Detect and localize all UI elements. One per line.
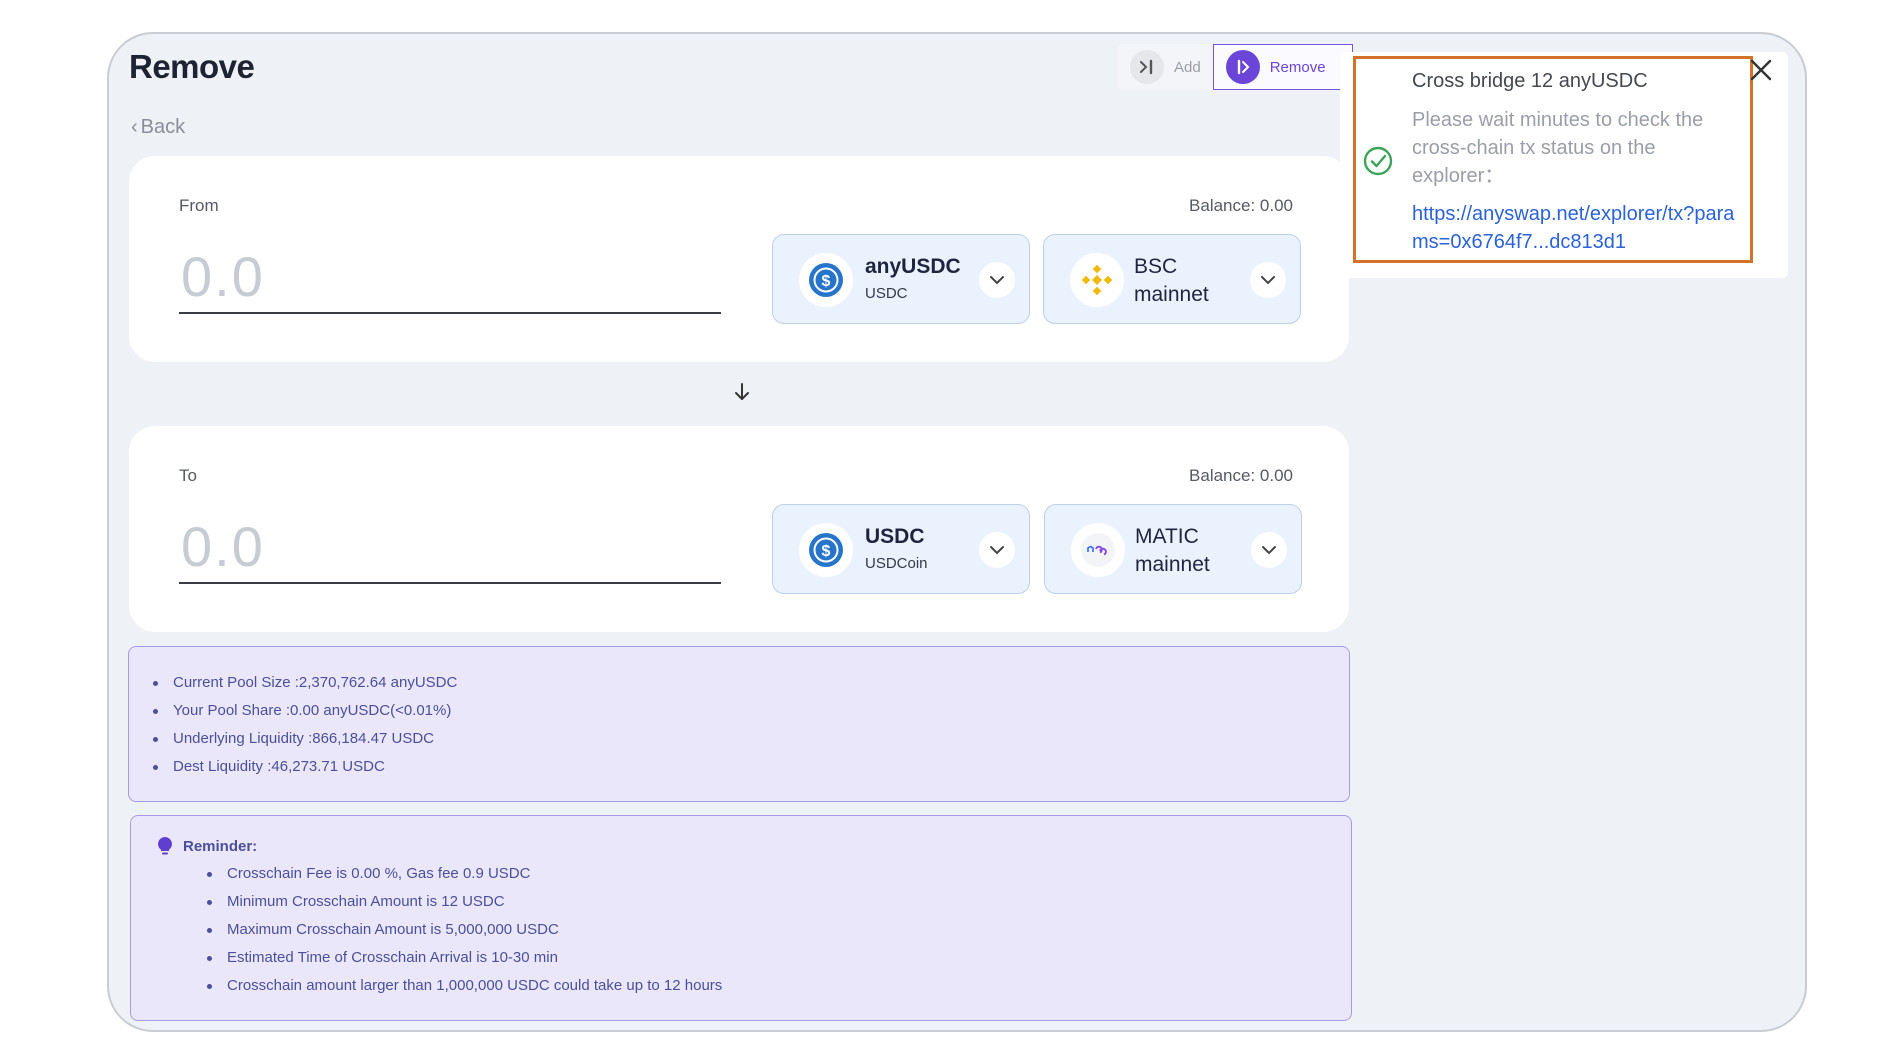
- explorer-link[interactable]: https://anyswap.net/explorer/tx?params=0…: [1412, 200, 1742, 256]
- tab-remove[interactable]: Remove: [1212, 44, 1353, 90]
- to-card: To Balance: 0.00 $ USDC USDCoin MATIC ma…: [129, 426, 1349, 632]
- liquidity-tabs: Add Remove: [1118, 44, 1353, 90]
- page-title: Remove: [129, 48, 255, 85]
- to-token-selector[interactable]: $ USDC USDCoin: [772, 504, 1030, 594]
- tab-remove-label: Remove: [1269, 58, 1326, 76]
- success-check-icon: [1363, 146, 1393, 176]
- bsc-icon: [1070, 253, 1124, 307]
- from-chain-selector[interactable]: BSC mainnet: [1043, 234, 1301, 324]
- toast-message: Please wait minutes to check the cross-c…: [1412, 109, 1704, 187]
- reminder-title: Reminder:: [183, 837, 258, 855]
- from-token-sub: USDC: [865, 285, 908, 302]
- svg-text:$: $: [822, 543, 831, 560]
- chevron-left-icon: ‹: [131, 116, 138, 138]
- tab-add[interactable]: Add: [1118, 44, 1213, 90]
- to-balance: Balance: 0.00: [1189, 466, 1293, 485]
- from-card: From Balance: 0.00 $ anyUSDC USDC BSC ma…: [129, 156, 1349, 362]
- reminder-item: Minimum Crosschain Amount is 12 USDC: [207, 892, 722, 920]
- pool-info-item: Your Pool Share :0.00 anyUSDC(<0.01%): [153, 701, 457, 729]
- add-liquidity-icon: [1130, 50, 1164, 84]
- lightbulb-icon: [158, 837, 172, 855]
- toast-title: Cross bridge 12 anyUSDC: [1412, 70, 1648, 92]
- from-label: From: [179, 196, 219, 215]
- pool-info-panel: Current Pool Size :2,370,762.64 anyUSDC …: [128, 646, 1350, 802]
- to-amount-input[interactable]: [179, 510, 721, 584]
- chevron-down-icon: [1251, 532, 1287, 568]
- to-chain-selector[interactable]: MATIC mainnet: [1044, 504, 1302, 594]
- pool-info-item: Underlying Liquidity :866,184.47 USDC: [153, 729, 457, 757]
- from-balance: Balance: 0.00: [1189, 196, 1293, 215]
- pool-info-item: Dest Liquidity :46,273.71 USDC: [153, 757, 457, 785]
- reminder-panel: Reminder: Crosschain Fee is 0.00 %, Gas …: [130, 815, 1352, 1021]
- arrow-down-icon[interactable]: [731, 380, 753, 404]
- reminder-item: Estimated Time of Crosschain Arrival is …: [207, 948, 722, 976]
- reminder-heading: Reminder:: [157, 836, 257, 856]
- to-label: To: [179, 466, 197, 485]
- to-token-sub: USDCoin: [865, 555, 928, 572]
- usdc-icon: $: [799, 253, 853, 307]
- chevron-down-icon: [979, 262, 1015, 298]
- back-link[interactable]: ‹ Back: [131, 116, 185, 139]
- remove-liquidity-icon: [1225, 50, 1260, 84]
- from-token-name: anyUSDC: [865, 255, 961, 278]
- pool-info-item: Current Pool Size :2,370,762.64 anyUSDC: [153, 673, 457, 701]
- reminder-item: Crosschain Fee is 0.00 %, Gas fee 0.9 US…: [207, 864, 722, 892]
- reminder-item: Maximum Crosschain Amount is 5,000,000 U…: [207, 920, 722, 948]
- close-icon[interactable]: [1747, 56, 1775, 84]
- from-token-selector[interactable]: $ anyUSDC USDC: [772, 234, 1030, 324]
- tab-add-label: Add: [1174, 58, 1201, 76]
- matic-icon: [1071, 523, 1125, 577]
- back-label: Back: [140, 116, 186, 138]
- svg-text:$: $: [822, 273, 831, 290]
- to-chain-name: MATIC mainnet: [1135, 525, 1210, 576]
- chevron-down-icon: [979, 532, 1015, 568]
- reminder-item: Crosschain amount larger than 1,000,000 …: [207, 976, 722, 1004]
- from-chain-name: BSC mainnet: [1134, 255, 1209, 306]
- chevron-down-icon: [1250, 262, 1286, 298]
- to-token-name: USDC: [865, 525, 925, 548]
- from-amount-input[interactable]: [179, 240, 721, 314]
- usdc-icon: $: [799, 523, 853, 577]
